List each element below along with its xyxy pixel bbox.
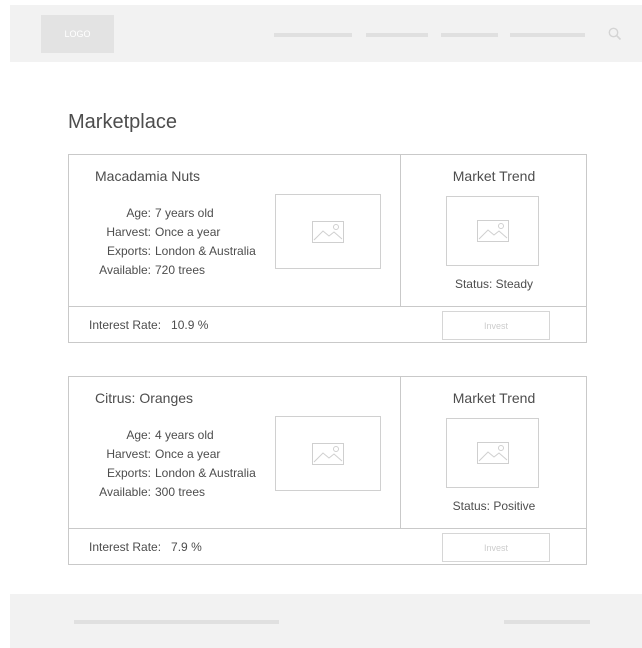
detail-label: Age: bbox=[126, 428, 151, 442]
interest-rate: Interest Rate: 7.9 % bbox=[89, 540, 202, 554]
footer-link-left[interactable] bbox=[74, 620, 279, 624]
detail-label: Harvest: bbox=[106, 447, 151, 461]
interest-label: Interest Rate: bbox=[89, 540, 162, 554]
detail-value: 7 years old bbox=[155, 206, 214, 220]
interest-value: 10.9 % bbox=[171, 318, 209, 332]
nav-link-4[interactable] bbox=[510, 33, 585, 37]
product-image bbox=[275, 194, 381, 269]
image-placeholder-icon bbox=[312, 220, 344, 243]
nav-link-2[interactable] bbox=[366, 33, 428, 37]
trend-title: Market Trend bbox=[452, 390, 536, 406]
logo[interactable]: LOGO bbox=[41, 15, 114, 53]
detail-label: Age: bbox=[126, 206, 151, 220]
nav-link-3[interactable] bbox=[441, 33, 498, 37]
detail-value: 300 trees bbox=[155, 485, 206, 499]
product-name: Macadamia Nuts bbox=[95, 168, 201, 184]
detail-value: 4 years old bbox=[155, 428, 214, 442]
detail-label: Available: bbox=[99, 263, 151, 277]
interest-rate: Interest Rate: 10.9 % bbox=[89, 318, 208, 332]
image-placeholder-icon bbox=[476, 442, 509, 464]
site-footer bbox=[10, 594, 642, 648]
detail-label: Exports: bbox=[106, 244, 151, 258]
row-divider bbox=[69, 306, 586, 307]
trend-status: Status: Steady bbox=[454, 277, 534, 291]
product-details: Age: 4 years old Harvest: Once a year Expo… bbox=[81, 426, 256, 502]
image-placeholder-icon bbox=[476, 220, 509, 242]
detail-value: Once a year bbox=[155, 447, 221, 461]
product-image bbox=[275, 416, 381, 491]
listing-card: Citrus: Oranges Age: 4 years old Harvest:… bbox=[68, 376, 587, 565]
logo-text: LOGO bbox=[64, 29, 91, 39]
product-name: Citrus: Oranges bbox=[95, 390, 194, 406]
detail-label: Available: bbox=[99, 485, 151, 499]
nav-link-1[interactable] bbox=[274, 33, 352, 37]
invest-button[interactable]: Invest bbox=[442, 311, 550, 340]
detail-value: London & Australia bbox=[155, 244, 256, 258]
trend-chart-image bbox=[446, 418, 539, 488]
invest-button[interactable]: Invest bbox=[442, 533, 550, 562]
trend-status: Status: Positive bbox=[452, 499, 536, 513]
footer-link-right[interactable] bbox=[504, 620, 590, 624]
detail-label: Exports: bbox=[106, 466, 151, 480]
row-divider bbox=[69, 528, 586, 529]
trend-chart-image bbox=[446, 196, 539, 266]
product-details: Age: 7 years old Harvest: Once a year Expo… bbox=[81, 204, 256, 280]
detail-value: 720 trees bbox=[155, 263, 206, 277]
detail-value: Once a year bbox=[155, 225, 221, 239]
site-header: LOGO bbox=[10, 5, 642, 62]
detail-value: London & Australia bbox=[155, 466, 256, 480]
trend-title: Market Trend bbox=[452, 168, 536, 184]
detail-label: Harvest: bbox=[106, 225, 151, 239]
listing-card: Macadamia Nuts Age: 7 years old Harvest: O… bbox=[68, 154, 587, 343]
interest-label: Interest Rate: bbox=[89, 318, 162, 332]
search-icon[interactable] bbox=[608, 27, 622, 41]
page-title: Marketplace bbox=[68, 111, 177, 133]
image-placeholder-icon bbox=[312, 442, 344, 465]
interest-value: 7.9 % bbox=[171, 540, 202, 554]
